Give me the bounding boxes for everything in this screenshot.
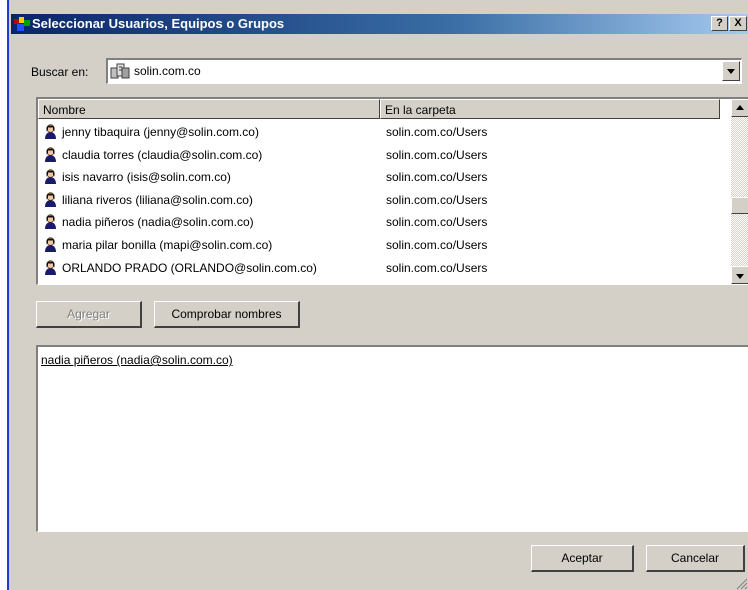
window-title: Seleccionar Usuarios, Equipos o Grupos bbox=[32, 16, 285, 31]
results-rows: jenny tibaquira (jenny@solin.com.co) soli… bbox=[38, 121, 722, 279]
user-icon bbox=[45, 169, 56, 185]
user-icon bbox=[45, 214, 56, 230]
domain-icon bbox=[110, 63, 130, 79]
user-folder-cell: solin.com.co/Users bbox=[386, 147, 488, 162]
vertical-scrollbar[interactable] bbox=[731, 99, 748, 284]
title-bar[interactable]: Seleccionar Usuarios, Equipos o Grupos ?… bbox=[11, 14, 748, 34]
user-name-cell: jenny tibaquira (jenny@solin.com.co) bbox=[62, 125, 259, 139]
list-item[interactable]: jenny tibaquira (jenny@solin.com.co) soli… bbox=[38, 121, 722, 144]
comprobar-nombres-button[interactable]: Comprobar nombres bbox=[154, 301, 300, 328]
user-folder-cell: solin.com.co/Users bbox=[386, 260, 488, 275]
help-button[interactable]: ? bbox=[711, 16, 728, 31]
user-folder-cell: solin.com.co/Users bbox=[386, 170, 488, 185]
list-item[interactable]: claudia torres (claudia@solin.com.co) sol… bbox=[38, 144, 722, 167]
users-app-icon bbox=[14, 17, 30, 31]
column-header-nombre[interactable]: Nombre bbox=[38, 99, 380, 119]
scroll-up-button[interactable] bbox=[731, 99, 748, 117]
arrow-up-icon bbox=[736, 105, 744, 110]
resize-grip-icon[interactable] bbox=[734, 576, 748, 590]
user-name-cell: nadia piñeros (nadia@solin.com.co) bbox=[62, 215, 254, 230]
user-folder-cell: solin.com.co/Users bbox=[386, 192, 488, 207]
selected-names-box[interactable]: nadia piñeros (nadia@solin.com.co) bbox=[36, 345, 748, 532]
buscar-combobox[interactable]: solin.com.co bbox=[106, 58, 742, 84]
agregar-button[interactable]: Agregar bbox=[36, 301, 142, 328]
user-icon bbox=[45, 259, 56, 275]
help-icon: ? bbox=[716, 17, 723, 29]
user-name-cell: ORLANDO PRADO (ORLANDO@solin.com.co) bbox=[62, 260, 317, 275]
list-item[interactable]: ORLANDO PRADO (ORLANDO@solin.com.co) soli… bbox=[38, 257, 722, 280]
chevron-down-icon bbox=[727, 69, 735, 74]
user-icon bbox=[45, 146, 56, 162]
close-icon: X bbox=[734, 17, 742, 29]
user-folder-cell: solin.com.co/Users bbox=[386, 237, 488, 252]
dialog-window: Seleccionar Usuarios, Equipos o Grupos ?… bbox=[7, 0, 748, 590]
combo-dropdown-button[interactable] bbox=[722, 61, 740, 81]
user-name-cell: isis navarro (isis@solin.com.co) bbox=[62, 170, 231, 185]
user-icon bbox=[45, 124, 56, 139]
buscar-label: Buscar en: bbox=[31, 65, 89, 79]
scroll-down-button[interactable] bbox=[731, 266, 748, 284]
user-name-cell: liliana riveros (liliana@solin.com.co) bbox=[62, 192, 253, 207]
user-name-cell: claudia torres (claudia@solin.com.co) bbox=[62, 147, 263, 162]
user-name-cell: maria pilar bonilla (mapi@solin.com.co) bbox=[62, 237, 273, 252]
list-item[interactable]: nadia piñeros (nadia@solin.com.co) solin.… bbox=[38, 211, 722, 234]
results-list[interactable]: Nombre En la carpeta jenny tibaquira (je… bbox=[36, 97, 748, 285]
list-item[interactable]: liliana riveros (liliana@solin.com.co) so… bbox=[38, 189, 722, 212]
user-icon bbox=[45, 237, 56, 252]
list-item[interactable]: isis navarro (isis@solin.com.co) solin.co… bbox=[38, 166, 722, 189]
close-button[interactable]: X bbox=[729, 16, 747, 31]
user-folder-cell: solin.com.co/Users bbox=[386, 125, 488, 139]
buscar-value: solin.com.co bbox=[134, 64, 201, 78]
selected-entry[interactable]: nadia piñeros (nadia@solin.com.co) bbox=[41, 353, 233, 367]
user-icon bbox=[45, 192, 56, 207]
scroll-thumb[interactable] bbox=[731, 197, 748, 214]
aceptar-button[interactable]: Aceptar bbox=[531, 545, 634, 572]
arrow-down-icon bbox=[736, 274, 744, 279]
column-header-carpeta[interactable]: En la carpeta bbox=[380, 99, 720, 119]
user-folder-cell: solin.com.co/Users bbox=[386, 215, 488, 230]
list-item[interactable]: maria pilar bonilla (mapi@solin.com.co) s… bbox=[38, 234, 722, 257]
cancelar-button[interactable]: Cancelar bbox=[646, 545, 745, 572]
